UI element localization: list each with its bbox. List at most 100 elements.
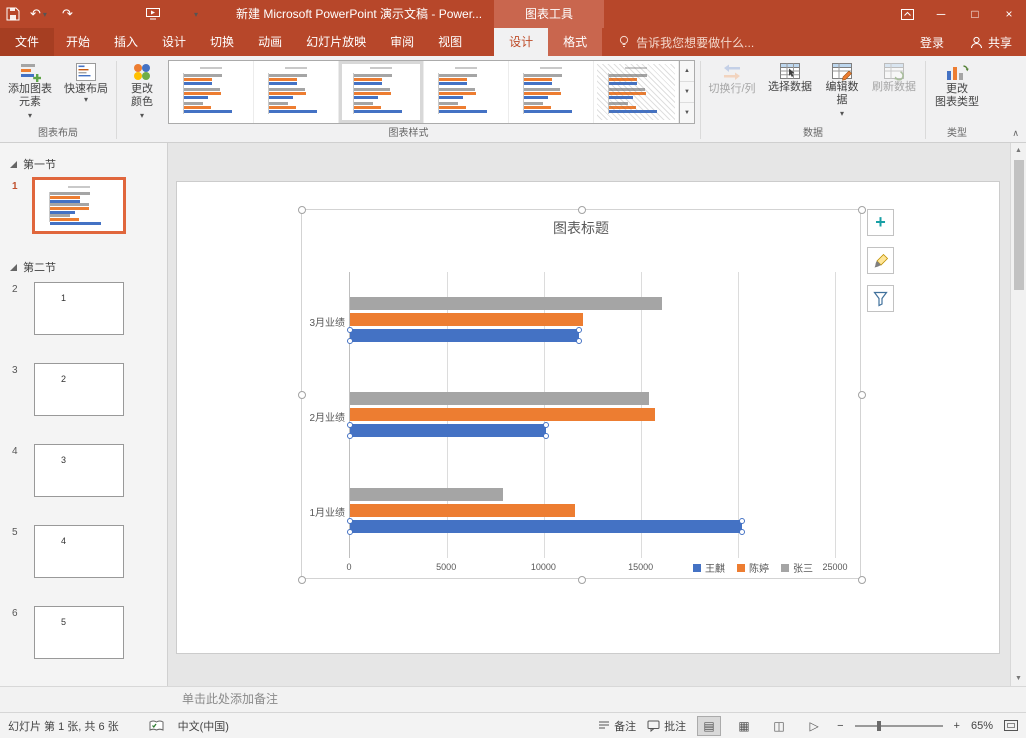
spell-check-button[interactable]: [149, 720, 164, 732]
notes-toggle-button[interactable]: 备注: [598, 718, 636, 734]
mini-chart-bar: [269, 101, 288, 105]
qat-customize-button[interactable]: ▾: [194, 0, 198, 28]
slide-thumbnail[interactable]: 5: [34, 606, 124, 659]
chart-filters-button[interactable]: [867, 285, 894, 312]
add-chart-element-button[interactable]: 添加图表 元素 ▾: [2, 58, 58, 122]
refresh-data-button[interactable]: 刷新数据: [865, 58, 923, 94]
mini-chart-bar: [269, 87, 306, 91]
slide[interactable]: 图表标题 王麒陈婷张三 05000100001500020000250003月业…: [176, 181, 1000, 654]
chart-bar[interactable]: [347, 517, 745, 535]
quick-layout-button[interactable]: 快速布局 ▾: [58, 58, 114, 104]
chart-style-item[interactable]: [594, 61, 679, 123]
chart-style-item[interactable]: [509, 61, 594, 123]
zoom-out-button[interactable]: −: [837, 720, 843, 732]
start-slideshow-button[interactable]: [146, 0, 160, 28]
reading-view-button[interactable]: ◫: [767, 716, 791, 736]
chart-style-item[interactable]: [169, 61, 254, 123]
chart-styles-button[interactable]: [867, 247, 894, 274]
ribbon-tab[interactable]: 设计: [150, 28, 198, 56]
zoom-slider[interactable]: [854, 720, 943, 731]
scroll-up-button[interactable]: ▲: [1015, 143, 1022, 158]
scroll-down-button[interactable]: ▼: [1015, 671, 1022, 686]
chart-frame-handle[interactable]: [298, 206, 306, 214]
ribbon-tab[interactable]: 视图: [426, 28, 474, 56]
legend-item[interactable]: 陈婷: [737, 560, 769, 575]
language-indicator[interactable]: 中文(中国): [178, 718, 229, 734]
ribbon-tab[interactable]: 动画: [246, 28, 294, 56]
legend-item[interactable]: 王麒: [693, 560, 725, 575]
ribbon-display-options-button[interactable]: [890, 0, 924, 28]
chart-style-item[interactable]: [339, 61, 424, 123]
maximize-button[interactable]: □: [958, 0, 992, 28]
sign-in-button[interactable]: 登录: [920, 34, 944, 51]
close-button[interactable]: ×: [992, 0, 1026, 28]
chart-bar[interactable]: [350, 297, 663, 311]
chart-bar[interactable]: [347, 327, 582, 345]
chart-bar[interactable]: [350, 503, 576, 517]
share-button[interactable]: 共享: [970, 34, 1012, 51]
notes-area[interactable]: 单击此处添加备注: [0, 686, 1026, 712]
chart-frame-handle[interactable]: [858, 576, 866, 584]
slide-thumbnail[interactable]: 1: [34, 282, 124, 335]
chart-frame-handle[interactable]: [858, 206, 866, 214]
chart-bar[interactable]: [350, 487, 504, 501]
chart-bar[interactable]: [350, 408, 655, 422]
redo-button[interactable]: ↷: [62, 0, 73, 28]
zoom-slider-thumb[interactable]: [877, 720, 882, 731]
scrollbar-thumb[interactable]: [1013, 160, 1024, 290]
slide-thumbnail[interactable]: 4: [34, 525, 124, 578]
collapse-ribbon-button[interactable]: ∧: [1012, 128, 1019, 139]
vertical-scrollbar[interactable]: ▲ ▼: [1010, 143, 1026, 686]
fit-to-window-button[interactable]: [1004, 720, 1018, 731]
save-button[interactable]: [6, 0, 20, 28]
chart-bar[interactable]: [350, 313, 583, 327]
tab-file[interactable]: 文件: [0, 28, 54, 56]
mini-chart-bar: [439, 78, 468, 82]
legend-item[interactable]: 张三: [781, 560, 813, 575]
chart-frame-handle[interactable]: [298, 391, 306, 399]
contextual-tab[interactable]: 格式: [548, 28, 602, 56]
chart-bar[interactable]: [347, 422, 549, 440]
chart-frame-handle[interactable]: [578, 206, 586, 214]
tellme-box[interactable]: 告诉我您想要做什么...: [618, 28, 754, 56]
section-header[interactable]: 第一节: [0, 157, 167, 171]
chart-style-item[interactable]: [254, 61, 339, 123]
chart-frame-handle[interactable]: [298, 576, 306, 584]
gallery-scroll-up-button[interactable]: ▲: [680, 61, 694, 82]
comments-toggle-button[interactable]: 批注: [647, 718, 686, 734]
gallery-scroll-down-button[interactable]: ▼: [680, 82, 694, 103]
minimize-button[interactable]: ─: [924, 0, 958, 28]
chart-frame-handle[interactable]: [858, 391, 866, 399]
zoom-in-button[interactable]: +: [954, 720, 960, 732]
select-data-button[interactable]: 选择数据: [761, 58, 819, 94]
edit-data-button[interactable]: 编辑数 据 ▾: [819, 58, 865, 120]
ribbon-tab[interactable]: 幻灯片放映: [294, 28, 378, 56]
zoom-level[interactable]: 65%: [971, 720, 993, 732]
chart-bar[interactable]: [350, 392, 649, 406]
normal-view-button[interactable]: ▤: [697, 715, 722, 736]
chart-title[interactable]: 图表标题: [302, 218, 860, 238]
select-data-icon: [780, 63, 800, 79]
chart-legend[interactable]: 王麒 陈婷 张三: [690, 560, 816, 575]
chart-elements-button[interactable]: +: [867, 209, 894, 236]
section-header[interactable]: 第二节: [0, 260, 167, 274]
change-chart-type-button[interactable]: 更改 图表类型: [928, 58, 986, 109]
slide-thumbnail[interactable]: 3: [34, 444, 124, 497]
chart-frame-handle[interactable]: [578, 576, 586, 584]
ribbon-tab[interactable]: 开始: [54, 28, 102, 56]
ribbon-tab[interactable]: 审阅: [378, 28, 426, 56]
chart-object[interactable]: 图表标题 王麒陈婷张三 05000100001500020000250003月业…: [298, 206, 866, 584]
gallery-more-button[interactable]: ▼: [680, 103, 694, 123]
undo-button[interactable]: ↶ ▾: [30, 0, 47, 28]
slide-number: 4: [12, 446, 18, 457]
slideshow-button[interactable]: ▷: [802, 716, 826, 736]
switch-row-column-button[interactable]: 切换行/列: [703, 58, 761, 96]
slide-thumbnail[interactable]: 2: [34, 363, 124, 416]
change-colors-button[interactable]: 更改 颜色 ▾: [119, 58, 165, 122]
contextual-tab[interactable]: 设计: [494, 28, 549, 56]
slide-sorter-view-button[interactable]: ▦: [732, 716, 756, 736]
chart-style-item[interactable]: [424, 61, 509, 123]
ribbon-tab[interactable]: 插入: [102, 28, 150, 56]
slide-thumbnail[interactable]: [32, 177, 126, 234]
ribbon-tab[interactable]: 切换: [198, 28, 246, 56]
